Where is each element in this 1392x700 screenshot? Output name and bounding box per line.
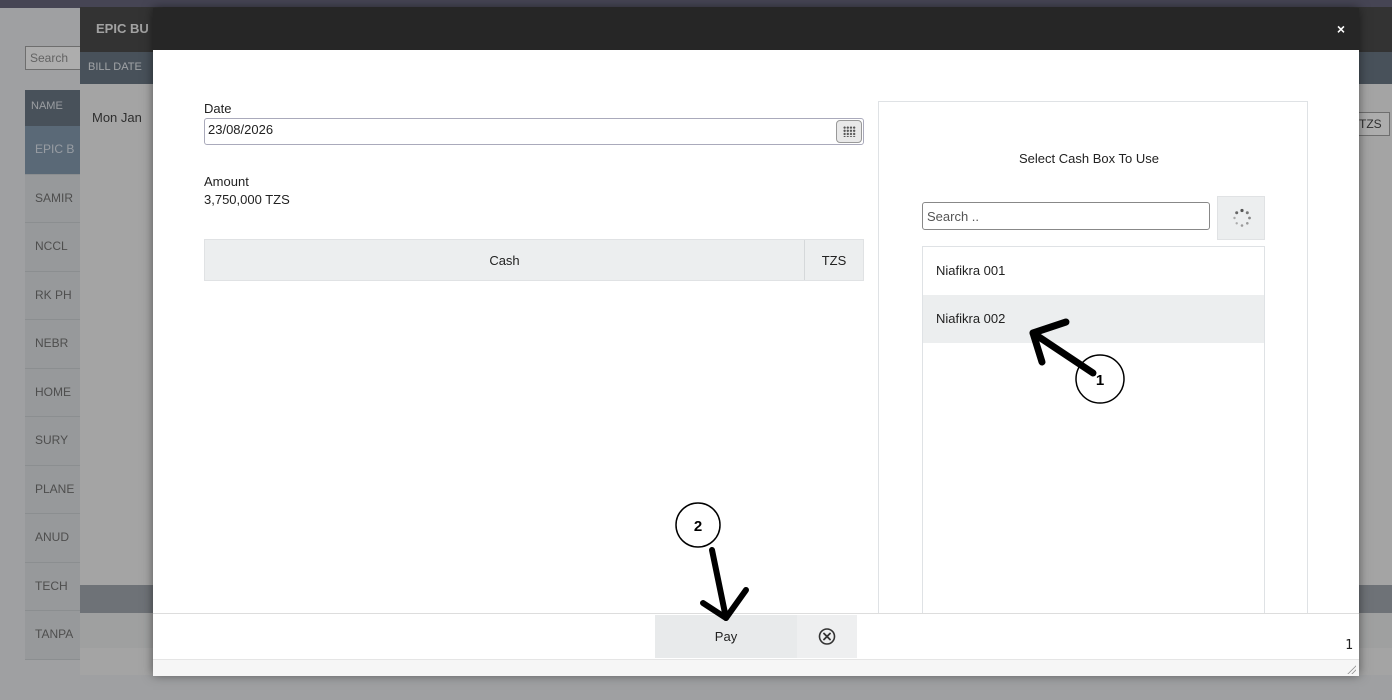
spinner-icon <box>1233 208 1251 227</box>
modal-header: × <box>153 8 1359 50</box>
cancel-icon <box>818 628 836 645</box>
resize-grip-icon[interactable] <box>1346 664 1356 674</box>
payment-method-cell: Cash <box>205 240 805 280</box>
cash-box-panel: Select Cash Box To Use Niafikra 001 Niaf… <box>878 101 1308 622</box>
payment-currency-cell: TZS <box>821 253 847 268</box>
amount-label: Amount <box>204 174 249 189</box>
cash-box-item-selected[interactable]: Niafikra 002 <box>923 295 1264 343</box>
calendar-icon[interactable] <box>836 120 862 143</box>
refresh-button[interactable] <box>1217 196 1265 240</box>
payment-method-row[interactable]: Cash TZS <box>204 239 864 281</box>
modal-footer: Pay 1 <box>153 613 1359 676</box>
cancel-button[interactable] <box>797 615 857 658</box>
cash-box-title: Select Cash Box To Use <box>1019 151 1159 166</box>
resize-bar <box>153 659 1359 676</box>
amount-value: 3,750,000 TZS <box>204 192 290 207</box>
cash-box-item[interactable]: Niafikra 001 <box>923 247 1264 295</box>
cash-box-list: Niafikra 001 Niafikra 002 <box>922 246 1265 622</box>
close-icon[interactable]: × <box>1337 21 1345 37</box>
pay-button[interactable]: Pay <box>655 615 797 658</box>
page-number: 1 <box>1345 638 1353 653</box>
date-input[interactable]: 23/08/2026 <box>204 118 864 145</box>
payment-modal: × Date 23/08/2026 Amount 3,750,000 TZS C… <box>153 8 1359 676</box>
cash-box-search-input[interactable] <box>922 202 1210 230</box>
date-label: Date <box>204 101 232 116</box>
